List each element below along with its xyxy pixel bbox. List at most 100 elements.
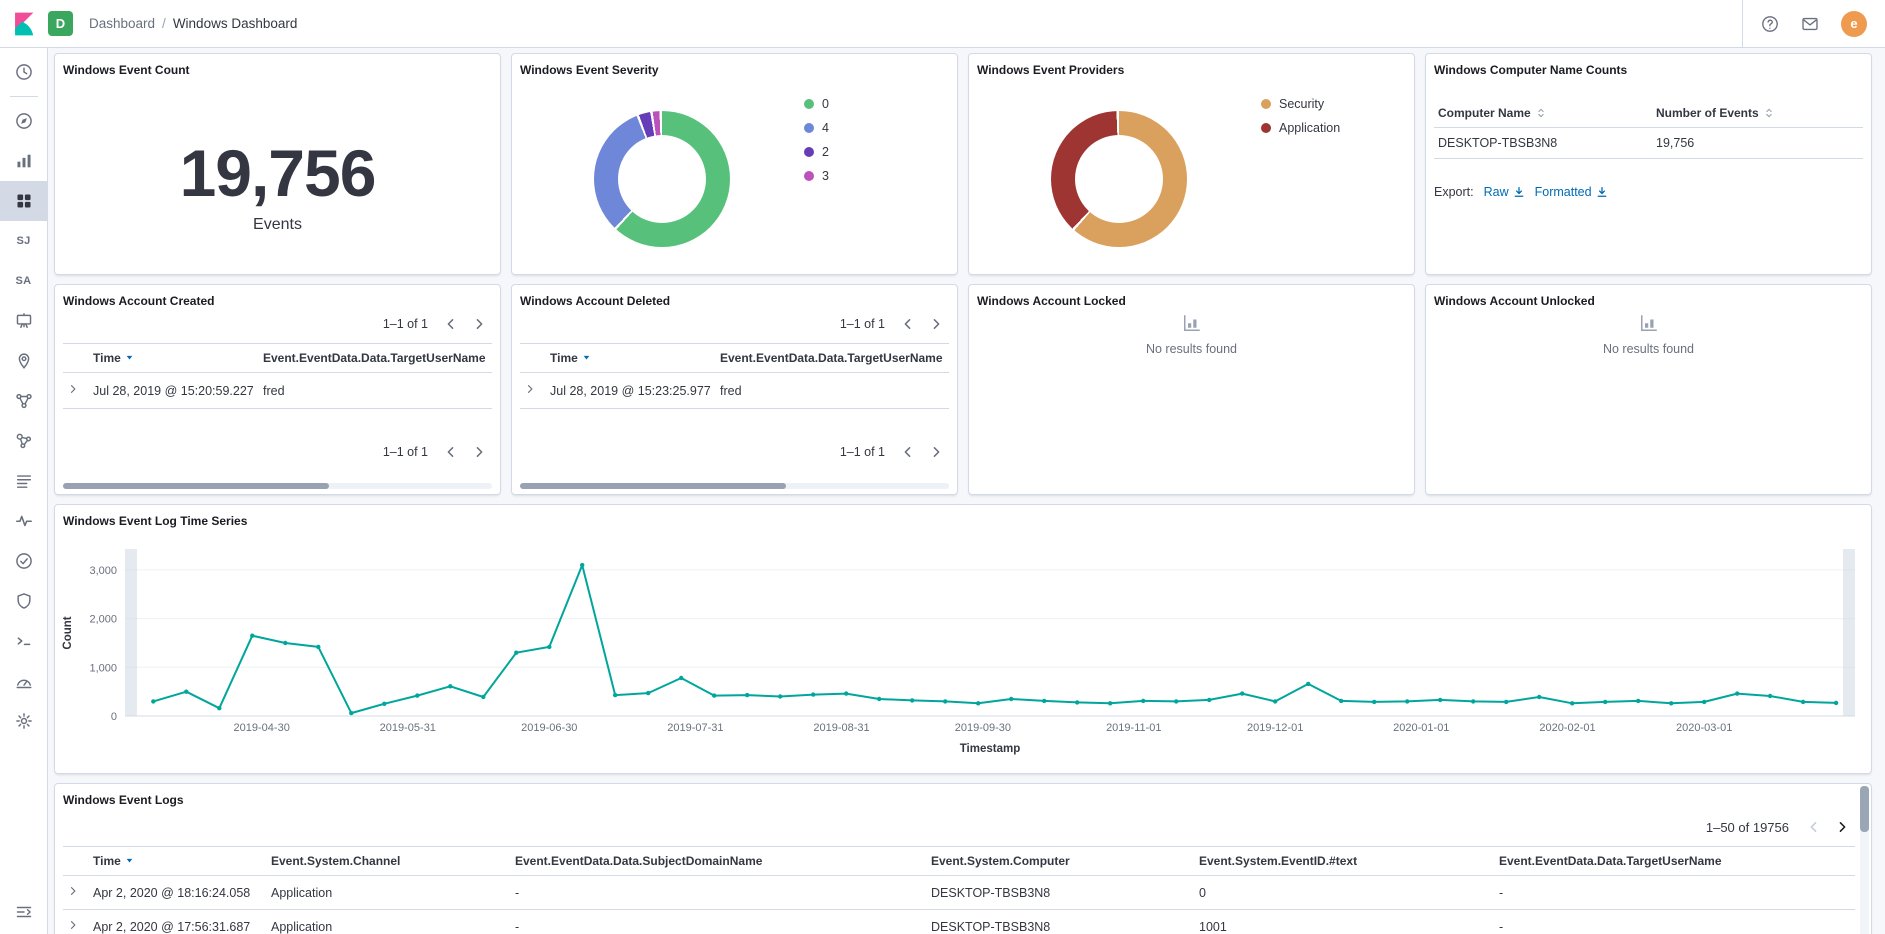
- horizontal-scrollbar[interactable]: [63, 483, 492, 489]
- data-point[interactable]: [415, 693, 420, 698]
- data-point[interactable]: [1009, 696, 1014, 702]
- sidebar-item-machine-learning[interactable]: [0, 381, 48, 421]
- table-row[interactable]: Apr 2, 2020 @ 18:16:24.058 Application - DE…: [63, 875, 1855, 910]
- data-point[interactable]: [976, 701, 981, 706]
- column-header-computer[interactable]: Event.System.Computer: [927, 846, 1195, 876]
- data-point[interactable]: [1570, 701, 1575, 706]
- data-point[interactable]: [1339, 698, 1344, 704]
- data-point[interactable]: [679, 675, 684, 681]
- data-point[interactable]: [1273, 699, 1278, 704]
- column-header-channel[interactable]: Event.System.Channel: [267, 846, 511, 876]
- horizontal-scrollbar[interactable]: [520, 483, 949, 489]
- legend-item[interactable]: Security: [1261, 92, 1340, 116]
- prev-page-button[interactable]: [1801, 814, 1827, 840]
- data-point[interactable]: [811, 692, 816, 697]
- data-point[interactable]: [844, 691, 849, 696]
- providers-donut-chart[interactable]: [1051, 111, 1187, 247]
- vertical-scrollbar[interactable]: [1860, 786, 1869, 934]
- data-point[interactable]: [1438, 697, 1443, 703]
- sidebar-item-visualize[interactable]: [0, 141, 48, 181]
- column-header-computer-name[interactable]: Computer Name: [1434, 100, 1652, 128]
- table-row[interactable]: DESKTOP-TBSB3N8 19,756: [1434, 127, 1863, 159]
- sidebar-item-monitoring[interactable]: [0, 661, 48, 701]
- data-point[interactable]: [316, 644, 321, 650]
- breadcrumb-dashboard[interactable]: Dashboard: [89, 16, 155, 31]
- column-header-target-user-name[interactable]: Event.EventData.Data.TargetUserName: [259, 343, 492, 373]
- kibana-logo[interactable]: [0, 11, 48, 37]
- table-row[interactable]: Jul 28, 2019 @ 15:20:59.227 fred: [63, 372, 492, 409]
- time-series-chart[interactable]: 0 1,000 2,000 3,000 2019-04-30 2019-05-31 2019…: [55, 505, 1871, 773]
- legend-item[interactable]: Application: [1261, 116, 1340, 140]
- data-point[interactable]: [1833, 700, 1839, 706]
- sidebar-item-recently-viewed[interactable]: [0, 52, 48, 92]
- data-point[interactable]: [514, 650, 519, 655]
- column-header-time[interactable]: Time: [546, 343, 716, 373]
- prev-page-button[interactable]: [895, 311, 921, 337]
- sidebar-item-discover[interactable]: [0, 101, 48, 141]
- column-header-number-of-events[interactable]: Number of Events: [1652, 100, 1863, 128]
- expand-row-icon[interactable]: [67, 919, 79, 931]
- table-row[interactable]: Apr 2, 2020 @ 17:56:31.687 Application - DE…: [63, 909, 1855, 934]
- next-page-button[interactable]: [1829, 814, 1855, 840]
- export-formatted-link[interactable]: Formatted: [1535, 185, 1608, 199]
- space-badge[interactable]: D: [48, 11, 73, 36]
- export-raw-link[interactable]: Raw: [1484, 185, 1525, 199]
- sidebar-item-apm[interactable]: [0, 501, 48, 541]
- data-point[interactable]: [943, 699, 948, 704]
- data-point[interactable]: [448, 684, 453, 689]
- data-point[interactable]: [1174, 699, 1179, 704]
- expand-row-icon[interactable]: [67, 885, 79, 897]
- prev-page-button[interactable]: [438, 311, 464, 337]
- table-row[interactable]: Jul 28, 2019 @ 15:23:25.977 fred: [520, 372, 949, 409]
- data-point[interactable]: [1240, 691, 1245, 696]
- data-point[interactable]: [1702, 699, 1707, 705]
- column-header-time[interactable]: Time: [89, 846, 267, 876]
- legend-item[interactable]: 2: [804, 140, 829, 164]
- next-page-button[interactable]: [923, 439, 949, 465]
- data-point[interactable]: [1735, 691, 1740, 696]
- user-avatar[interactable]: e: [1841, 10, 1867, 37]
- data-point[interactable]: [1471, 699, 1476, 704]
- data-point[interactable]: [1669, 701, 1674, 706]
- data-point[interactable]: [580, 562, 585, 568]
- data-point[interactable]: [1372, 699, 1377, 705]
- column-header-target-user-name[interactable]: Event.EventData.Data.TargetUserName: [1495, 846, 1855, 876]
- column-header-target-user-name[interactable]: Event.EventData.Data.TargetUserName: [716, 343, 949, 373]
- prev-page-button[interactable]: [438, 439, 464, 465]
- sidebar-item-canvas[interactable]: [0, 301, 48, 341]
- sidebar-item-siem[interactable]: [0, 581, 48, 621]
- sidebar-item-maps[interactable]: [0, 341, 48, 381]
- horizontal-scrollbar-thumb[interactable]: [520, 483, 786, 489]
- sidebar-item-logs[interactable]: [0, 461, 48, 501]
- sidebar-item-space-sj[interactable]: SJ: [0, 221, 48, 261]
- column-header-time[interactable]: Time: [89, 343, 259, 373]
- data-point[interactable]: [217, 706, 222, 711]
- data-point[interactable]: [1405, 699, 1410, 704]
- sidebar-item-space-sa[interactable]: SA: [0, 261, 48, 301]
- data-point[interactable]: [1075, 700, 1080, 705]
- data-point[interactable]: [613, 692, 618, 698]
- collapse-nav-icon[interactable]: [0, 892, 48, 932]
- data-point[interactable]: [1636, 698, 1641, 704]
- data-point[interactable]: [349, 710, 354, 716]
- sidebar-item-uptime[interactable]: [0, 541, 48, 581]
- prev-page-button[interactable]: [895, 439, 921, 465]
- data-point[interactable]: [1800, 699, 1806, 705]
- data-point[interactable]: [184, 689, 189, 694]
- data-point[interactable]: [382, 701, 387, 706]
- data-point[interactable]: [1603, 699, 1608, 705]
- data-point[interactable]: [745, 692, 750, 698]
- data-point[interactable]: [1504, 699, 1509, 705]
- data-point[interactable]: [778, 694, 783, 699]
- sidebar-item-graph[interactable]: [0, 421, 48, 461]
- data-point[interactable]: [1141, 698, 1146, 704]
- next-page-button[interactable]: [466, 439, 492, 465]
- legend-item[interactable]: 3: [804, 164, 829, 188]
- data-point[interactable]: [1767, 693, 1773, 699]
- data-point[interactable]: [481, 694, 486, 700]
- horizontal-scrollbar-thumb[interactable]: [63, 483, 329, 489]
- newsfeed-icon[interactable]: [1801, 15, 1819, 33]
- next-page-button[interactable]: [923, 311, 949, 337]
- data-point[interactable]: [877, 696, 882, 702]
- next-page-button[interactable]: [466, 311, 492, 337]
